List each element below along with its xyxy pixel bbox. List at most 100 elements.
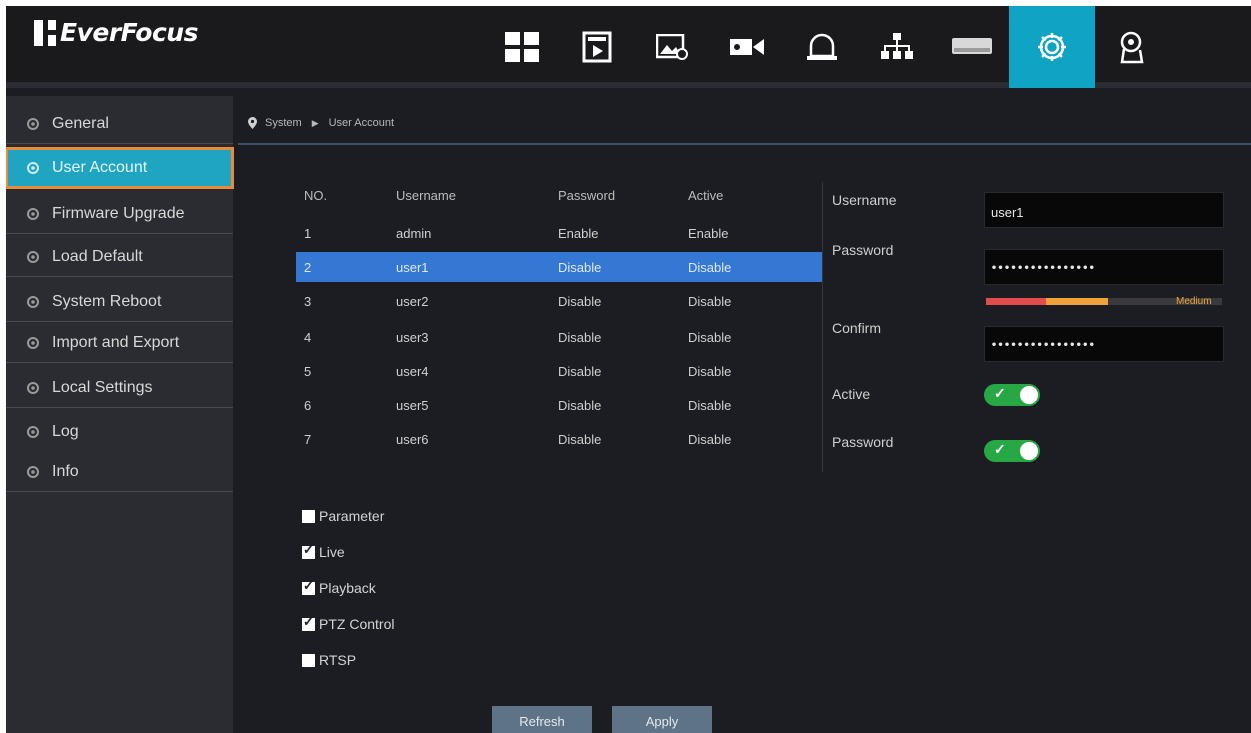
nav-storage[interactable] (934, 6, 1009, 88)
checkbox-checked-icon[interactable] (302, 614, 315, 631)
logo-mark-icon (34, 19, 56, 46)
cell-username: user3 (396, 329, 429, 345)
cell-no: 2 (304, 259, 312, 275)
network-icon (880, 33, 913, 59)
password-toggle-label: Password (832, 434, 894, 450)
cell-username: user6 (396, 431, 429, 447)
checkbox-unchecked-icon[interactable] (302, 653, 315, 667)
apply-button[interactable]: Apply (612, 706, 712, 733)
cell-username: user5 (396, 397, 429, 413)
sidebar-item-label: Import and Export (52, 333, 180, 351)
check-icon: ✓ (994, 385, 1006, 401)
main-nav (484, 6, 1170, 88)
sidebar-item-label: User Account (52, 158, 148, 176)
nav-system[interactable] (1009, 6, 1095, 88)
sidebar-item-label: Info (52, 462, 79, 480)
cell-no: 1 (304, 225, 312, 241)
sidebar-item-local-settings[interactable]: Local Settings (6, 368, 233, 408)
cell-no: 5 (304, 363, 312, 379)
password-toggle[interactable]: ✓ (984, 440, 1040, 462)
permission-label: Live (319, 544, 345, 560)
gear-icon (27, 117, 39, 130)
table-row[interactable]: 7 user6 Disable Disable (296, 424, 822, 454)
password-input[interactable]: •••••••••••••••• (984, 249, 1224, 285)
cell-active: Disable (688, 397, 732, 413)
sidebar-item-firmware-upgrade[interactable]: Firmware Upgrade (6, 194, 233, 234)
cell-active: Enable (688, 225, 729, 241)
table-form-divider (822, 182, 823, 472)
gear-icon (27, 465, 39, 478)
permission-rtsp[interactable]: RTSP (302, 650, 356, 670)
nav-advanced[interactable] (1095, 6, 1170, 88)
sidebar: General User Account Firmware Upgrade Lo… (6, 96, 234, 733)
nav-image[interactable] (634, 6, 709, 88)
cell-password: Disable (558, 329, 602, 345)
permission-live[interactable]: Live (302, 542, 345, 562)
cell-no: 6 (304, 397, 312, 413)
brand-logo: EverFocus (34, 18, 198, 47)
gear-icon (27, 336, 39, 349)
cell-username: user2 (396, 293, 429, 309)
toggle-knob (1020, 442, 1038, 460)
table-row[interactable]: 5 user4 Disable Disable (296, 356, 822, 386)
checkbox-checked-icon[interactable] (302, 542, 315, 559)
permission-playback[interactable]: Playback (302, 578, 376, 598)
nav-live-view[interactable] (484, 6, 559, 88)
sidebar-item-log[interactable]: Log (6, 412, 233, 452)
cell-password: Enable (558, 225, 599, 241)
check-icon: ✓ (994, 441, 1006, 457)
gear-icon (27, 250, 39, 263)
system-gear-icon (1038, 33, 1066, 61)
cell-active: Disable (688, 431, 732, 447)
sidebar-item-user-account[interactable]: User Account (6, 147, 234, 189)
sidebar-item-system-reboot[interactable]: System Reboot (6, 282, 233, 322)
table-row[interactable]: 3 user2 Disable Disable (296, 286, 822, 316)
sidebar-item-import-export[interactable]: Import and Export (6, 323, 233, 363)
breadcrumb-section[interactable]: System (265, 117, 302, 129)
checkbox-checked-icon[interactable] (302, 578, 315, 595)
confirm-label: Confirm (832, 320, 882, 336)
storage-icon (951, 38, 992, 54)
nav-camera[interactable] (709, 6, 784, 88)
cell-password: Disable (558, 293, 602, 309)
sidebar-item-label: System Reboot (52, 292, 162, 310)
table-row[interactable]: 6 user5 Disable Disable (296, 390, 822, 420)
sidebar-item-load-default[interactable]: Load Default (6, 237, 233, 277)
permission-parameter[interactable]: Parameter (302, 506, 384, 526)
table-row[interactable]: 1 admin Enable Enable (296, 218, 822, 248)
table-row[interactable]: 4 user3 Disable Disable (296, 322, 822, 352)
breadcrumb-page: User Account (328, 117, 395, 129)
confirm-input[interactable]: •••••••••••••••• (984, 326, 1224, 362)
sidebar-item-general[interactable]: General (6, 104, 233, 144)
nav-network[interactable] (859, 6, 934, 88)
nav-playback[interactable] (559, 6, 634, 88)
checkbox-unchecked-icon[interactable] (302, 509, 315, 523)
table-row-selected[interactable]: 2 user1 Disable Disable (296, 252, 822, 282)
cell-no: 4 (304, 329, 312, 345)
refresh-button[interactable]: Refresh (492, 706, 592, 733)
cell-active: Disable (688, 329, 732, 345)
gear-icon (27, 381, 39, 394)
sidebar-item-info[interactable]: Info (6, 452, 233, 492)
app-window: EverFocus General User Account Firmware … (6, 6, 1251, 733)
camera-icon (729, 39, 764, 55)
header-password: Password (558, 187, 616, 203)
brand-name: EverFocus (60, 18, 198, 47)
toggle-knob (1020, 386, 1038, 404)
permission-label: PTZ Control (319, 616, 395, 632)
permission-ptz-control[interactable]: PTZ Control (302, 614, 394, 634)
gear-icon (27, 161, 39, 174)
active-toggle[interactable]: ✓ (984, 384, 1040, 406)
username-input[interactable]: user1 (984, 192, 1224, 228)
permission-label: Playback (319, 580, 376, 596)
cell-no: 7 (304, 431, 312, 447)
gear-icon (27, 207, 39, 220)
breadcrumb-separator-icon: ▶ (311, 117, 319, 128)
password-label: Password (832, 242, 894, 258)
gear-icon (27, 426, 39, 438)
cell-username: admin (396, 225, 432, 241)
cell-active: Disable (688, 259, 732, 275)
strength-medium-segment (1046, 298, 1108, 305)
sidebar-item-label: Local Settings (52, 378, 153, 396)
nav-alarm[interactable] (784, 6, 859, 88)
